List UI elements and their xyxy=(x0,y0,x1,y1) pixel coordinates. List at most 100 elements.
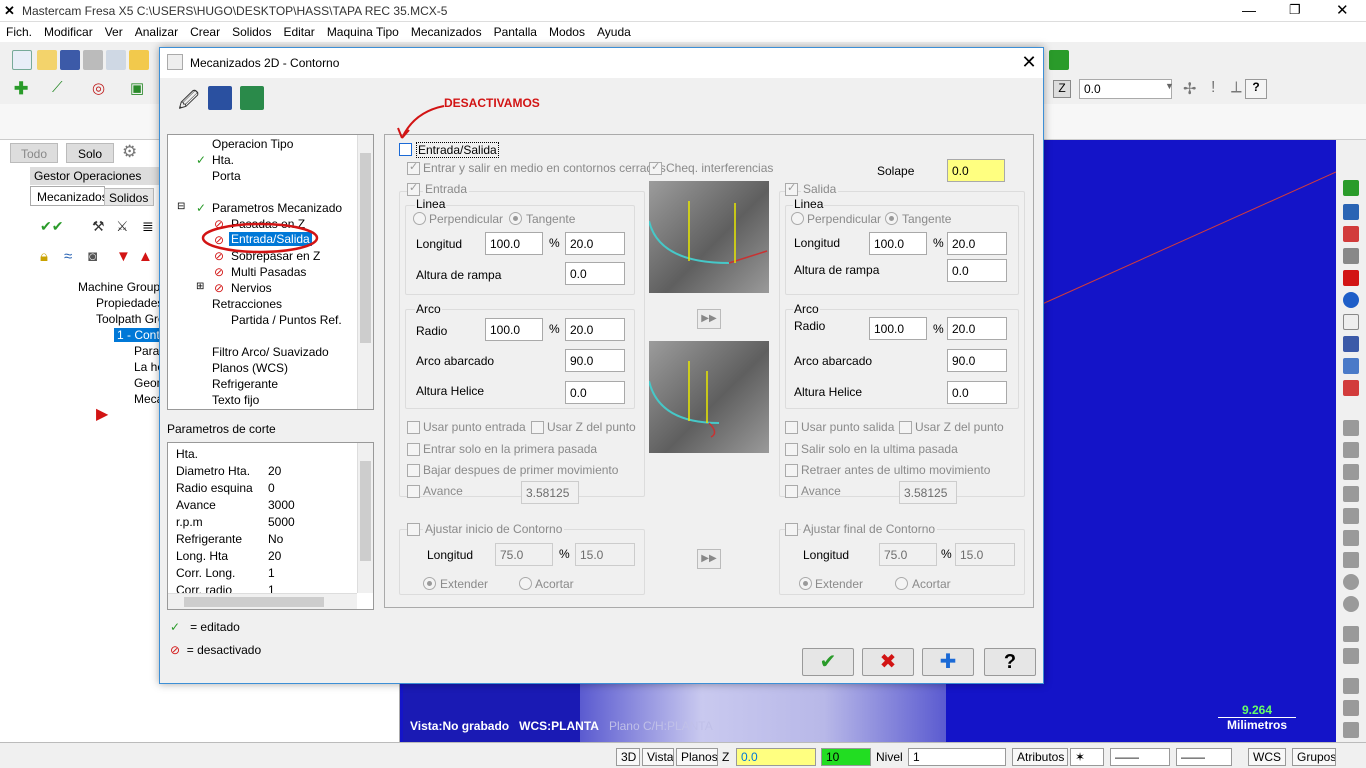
tree-hta[interactable]: Hta. xyxy=(212,153,234,167)
tree-propiedades[interactable]: Propiedades xyxy=(96,296,163,310)
bajar-checkbox[interactable] xyxy=(407,464,420,477)
sphere-icon[interactable] xyxy=(1343,292,1359,308)
preview-icon[interactable] xyxy=(106,50,126,70)
select-all-icon[interactable]: ✔✔ xyxy=(40,218,63,235)
menu-analizar[interactable]: Analizar xyxy=(129,22,184,39)
redo-icon[interactable] xyxy=(1343,226,1359,242)
entrada-abarcado-input[interactable]: 90.0 xyxy=(565,349,625,372)
menu-pantalla[interactable]: Pantalla xyxy=(488,22,543,39)
final-extender-radio[interactable] xyxy=(799,577,812,590)
menu-solidos[interactable]: Solidos xyxy=(226,22,277,39)
tree-filtro-arco[interactable]: Filtro Arco/ Suavizado xyxy=(212,345,329,359)
delete-icon[interactable] xyxy=(1343,270,1359,286)
entrada-perp-radio[interactable] xyxy=(413,212,426,225)
salida-radio-pct-input[interactable]: 20.0 xyxy=(947,317,1007,340)
tree-machine-group[interactable]: Machine Group-1 xyxy=(78,280,171,294)
inicio-acortar-radio[interactable] xyxy=(519,577,532,590)
arc-icon[interactable]: ◎ xyxy=(92,79,105,97)
gear-small-icon[interactable] xyxy=(1343,552,1359,568)
help-button[interactable]: ? xyxy=(984,648,1036,676)
tool-icon[interactable]: ⚒ xyxy=(92,218,105,235)
snap-icon[interactable]: ✢ xyxy=(1183,79,1196,99)
ajustar-final-checkbox[interactable] xyxy=(785,523,798,536)
tree-multi-pasadas[interactable]: Multi Pasadas xyxy=(231,265,306,279)
solape-input[interactable]: 0.0 xyxy=(947,159,1005,182)
entrada-tang-radio[interactable] xyxy=(509,212,522,225)
usar-punto-entrada-checkbox[interactable] xyxy=(407,421,420,434)
btn-3d[interactable]: 3D xyxy=(616,748,640,766)
layers-small-icon[interactable] xyxy=(1343,700,1359,716)
tree-partida[interactable]: Partida / Puntos Ref. xyxy=(231,313,342,327)
layers-icon[interactable]: ≣ xyxy=(142,218,154,235)
usar-z-salida-checkbox[interactable] xyxy=(899,421,912,434)
salida-abarcado-input[interactable]: 90.0 xyxy=(947,349,1007,372)
menu-mecanizados[interactable]: Mecanizados xyxy=(405,22,488,39)
window-close-icon[interactable]: ✕ xyxy=(1336,1,1349,19)
avance-salida-input[interactable]: 3.58125 xyxy=(899,481,957,504)
menu-editar[interactable]: Editar xyxy=(277,22,320,39)
stop-icon[interactable] xyxy=(1343,530,1359,546)
line-style-field[interactable]: —— xyxy=(1110,748,1170,766)
minimize-icon[interactable]: — xyxy=(1242,2,1256,18)
avance-entrada-input[interactable]: 3.58125 xyxy=(521,481,579,504)
menu-modos[interactable]: Modos xyxy=(543,22,591,39)
puzzle-icon[interactable] xyxy=(1343,442,1359,458)
tree-refrigerante[interactable]: Refrigerante xyxy=(212,377,278,391)
retraer-checkbox[interactable] xyxy=(785,464,798,477)
params-hscrollbar[interactable] xyxy=(168,593,357,609)
menu-ver[interactable]: Ver xyxy=(99,22,129,39)
tree-parameters[interactable]: Para xyxy=(134,344,159,358)
dialog-export-icon[interactable] xyxy=(240,86,264,110)
entrada-radio-input[interactable]: 100.0 xyxy=(485,318,543,341)
todo-button[interactable]: Todo xyxy=(10,143,58,163)
insert-arrow-icon[interactable]: ▶ xyxy=(96,404,108,424)
salida-tang-radio[interactable] xyxy=(885,212,898,225)
point-icon[interactable]: ✚ xyxy=(14,79,28,99)
point-style-field[interactable]: ✶ xyxy=(1070,748,1104,766)
gear-icon[interactable]: ⚙ xyxy=(122,142,137,162)
cube-icon[interactable] xyxy=(1343,648,1359,664)
tree-planos[interactable]: Planos (WCS) xyxy=(212,361,288,375)
dialog-close-icon[interactable]: ✕ xyxy=(1018,52,1040,74)
line-width-field[interactable]: —— xyxy=(1176,748,1232,766)
color-field[interactable]: 10 xyxy=(821,748,871,766)
salida-longitud-input[interactable]: 100.0 xyxy=(869,232,927,255)
save-icon[interactable] xyxy=(60,50,80,70)
transform-icon[interactable] xyxy=(1343,626,1359,642)
params-scrollbar[interactable] xyxy=(357,443,373,593)
move-up-icon[interactable]: ▲ xyxy=(138,248,153,265)
btn-wcs[interactable]: WCS xyxy=(1248,748,1286,766)
avance-entrada-checkbox[interactable] xyxy=(407,485,420,498)
move-down-icon[interactable]: ▼ xyxy=(116,248,131,265)
car-icon[interactable] xyxy=(1343,420,1359,436)
entrada-rampa-input[interactable]: 0.0 xyxy=(565,262,625,285)
cancel-button[interactable]: ✖ xyxy=(862,648,914,676)
copy-right-button[interactable]: ▶▶ xyxy=(697,309,721,329)
btn-atributos[interactable]: Atributos xyxy=(1012,748,1068,766)
tab-solidos[interactable]: Solidos xyxy=(104,188,154,206)
cheq-checkbox[interactable] xyxy=(649,160,662,175)
expand-icon[interactable]: ⊞ xyxy=(196,281,204,292)
tool-off-icon[interactable]: ⚔ xyxy=(116,218,129,235)
tree-nervios[interactable]: Nervios xyxy=(231,281,272,295)
menu-maquina-tipo[interactable]: Maquina Tipo xyxy=(321,22,405,39)
salida-checkbox[interactable] xyxy=(785,181,798,196)
status-z-field[interactable]: 0.0 xyxy=(736,748,816,766)
tree-texto-fijo[interactable]: Texto fijo xyxy=(212,393,259,407)
measure-icon[interactable] xyxy=(1343,464,1359,480)
ajustar-final-longitud-input[interactable]: 75.0 xyxy=(879,543,937,566)
menu-fich[interactable]: Fich. xyxy=(0,22,38,39)
salida-longitud-pct-input[interactable]: 20.0 xyxy=(947,232,1007,255)
btn-vista[interactable]: Vista xyxy=(642,748,674,766)
tab-mecanizados[interactable]: Mecanizados xyxy=(30,186,108,206)
nivel-field[interactable]: 1 xyxy=(908,748,1006,766)
solo-ultima-checkbox[interactable] xyxy=(785,443,798,456)
ajustar-inicio-longitud-input[interactable]: 75.0 xyxy=(495,543,553,566)
box-icon[interactable] xyxy=(1343,722,1359,738)
copy-adjust-button[interactable]: ▶▶ xyxy=(697,549,721,569)
usar-z-entrada-checkbox[interactable] xyxy=(531,421,544,434)
help-icon[interactable]: ? xyxy=(1245,79,1267,99)
tree-operacion-tipo[interactable]: Operacion Tipo xyxy=(212,137,293,151)
ajustar-final-pct-input[interactable]: 15.0 xyxy=(955,543,1015,566)
frame-icon[interactable] xyxy=(1343,678,1359,694)
